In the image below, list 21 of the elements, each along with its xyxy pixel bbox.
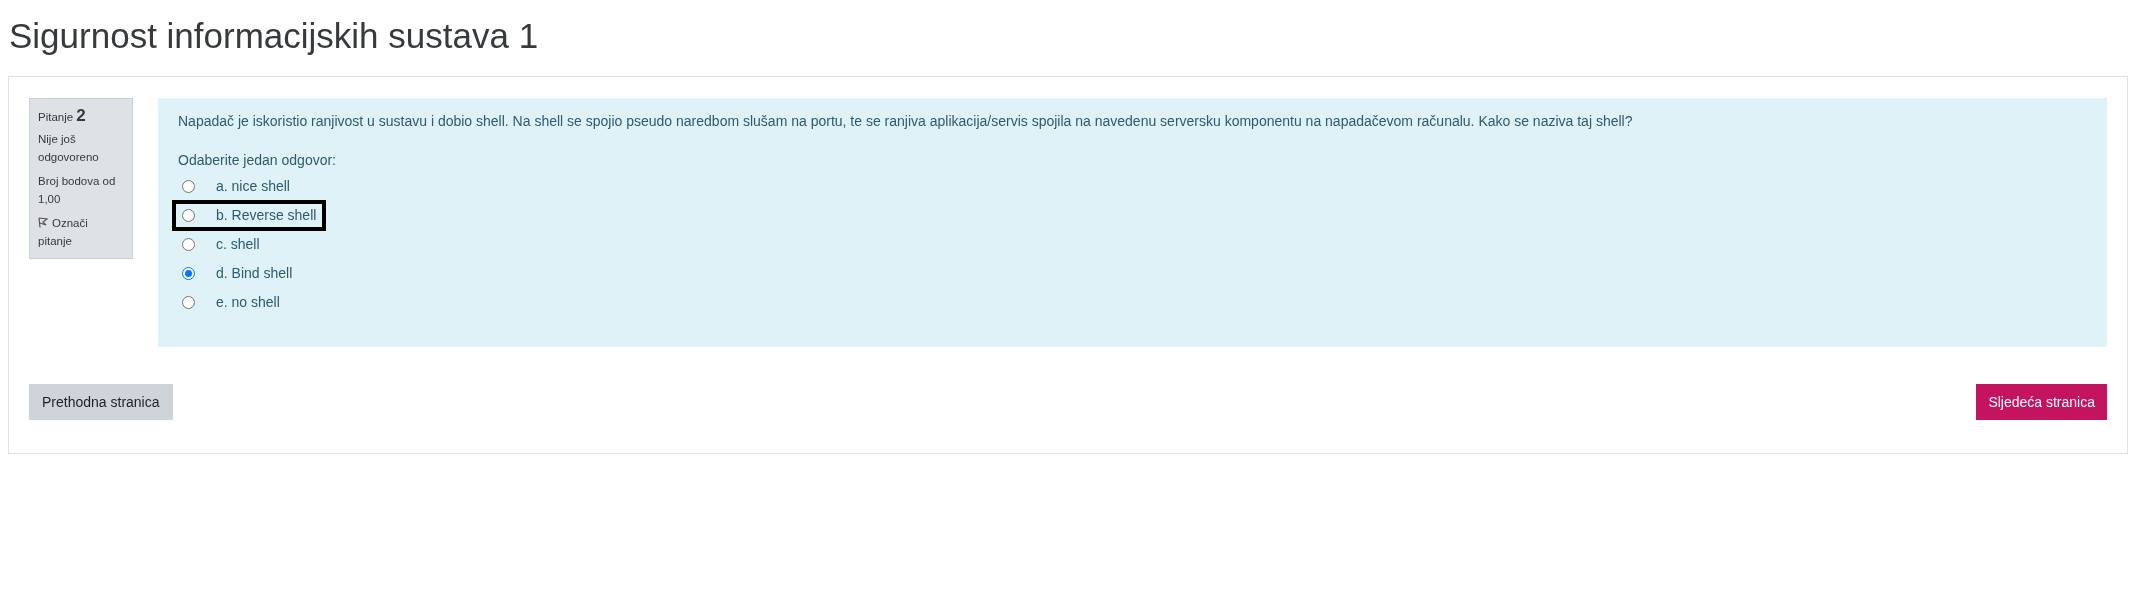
page-title: Sigurnost informacijskih sustava 1 [9, 15, 539, 57]
question-points: Broj bodova od 1,00 [38, 174, 117, 207]
question-label: Pitanje [38, 110, 74, 125]
answer-option[interactable]: d. Bind shell [172, 258, 303, 289]
question-text: Napadač je iskoristio ranjivost u sustavu i dobio shell. Na shell se spojio pseudo naredbom slušam na portu, te se ranjiva aplikacija/servis spojila na navedenu serversku komponentu na napadačevom računalu. Kako se naziva taj shell? [178, 112, 1634, 131]
radio-button[interactable] [182, 180, 195, 193]
answer-prompt: Odaberite jedan odgovor: [178, 151, 336, 170]
radio-button[interactable] [182, 238, 195, 251]
previous-page-button[interactable]: Prethodna stranica [29, 384, 173, 420]
flag-question-link[interactable]: Označi pitanje [38, 214, 124, 250]
next-page-button[interactable]: Sljedeća stranica [1976, 384, 2107, 420]
answer-option[interactable]: b. Reverse shell [172, 200, 327, 231]
question-status: Nije još odgovoreno [38, 132, 100, 165]
answer-option[interactable]: e. no shell [172, 287, 290, 318]
question-number: 2 [76, 107, 86, 125]
radio-button[interactable] [182, 296, 195, 309]
radio-button[interactable] [182, 209, 195, 222]
answer-option[interactable]: a. nice shell [172, 171, 300, 202]
radio-button[interactable] [182, 267, 195, 280]
flag-icon [38, 217, 48, 228]
answer-option[interactable]: c. shell [172, 229, 270, 260]
